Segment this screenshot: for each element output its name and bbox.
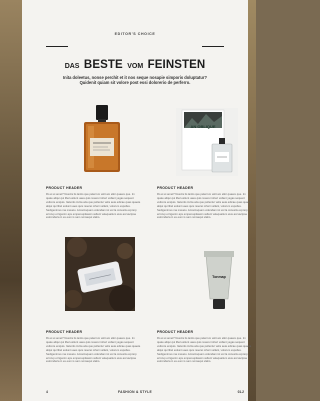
background-left-edge (0, 0, 22, 401)
divider-right (202, 46, 224, 47)
cream-tube-image: Tonmap (198, 249, 240, 311)
divider-left (46, 46, 68, 47)
footer-issue-number: 01.2 (237, 390, 244, 394)
magazine-page: EDITOR'S CHOICE DAS BESTE VOM FEINSTEN I… (22, 0, 251, 401)
perfume-bottle-image (78, 104, 126, 174)
title-word-vom: VOM (127, 63, 144, 70)
product-header-1: PRODUCT HEADER (46, 186, 83, 190)
product-header-3: PRODUCT HEADER (46, 330, 83, 334)
subtitle-line-2: Quidenit quiam sit volore post essi dolo… (79, 80, 191, 86)
subtitle: Inita doleetus, nonse perchit et it nos … (52, 75, 218, 86)
footer-page-number-left: 4 (46, 390, 48, 394)
boxed-fragrance-image: AN OBLIQUE (176, 108, 238, 176)
box-label-text: AN OBLIQUE (190, 124, 216, 129)
product-body-2: Ro et et amet? Nusciis lis lantio que pe… (157, 193, 252, 220)
product-body-4: Ro et et amet? Nusciis lis lantio que pe… (157, 337, 252, 364)
section-label: EDITOR'S CHOICE (114, 32, 156, 36)
product-header-4: PRODUCT HEADER (157, 330, 194, 334)
page-title: DAS BESTE VOM FEINSTEN (22, 55, 248, 73)
title-word-feinsten: FEINSTEN (147, 59, 206, 71)
product-header-2: PRODUCT HEADER (157, 186, 194, 190)
soap-bar-image (65, 237, 135, 311)
title-word-beste: BESTE (83, 59, 123, 71)
tube-label-text: Tonmap (212, 275, 226, 279)
footer-section-name: FASHION & STYLE (118, 390, 152, 394)
product-body-3: Ro et et amet? Nusciis lis lantio que pe… (46, 337, 141, 364)
title-word-das: DAS (64, 63, 80, 70)
product-body-1: Ro et et amet? Nusciis lis lantio que pe… (46, 193, 141, 220)
